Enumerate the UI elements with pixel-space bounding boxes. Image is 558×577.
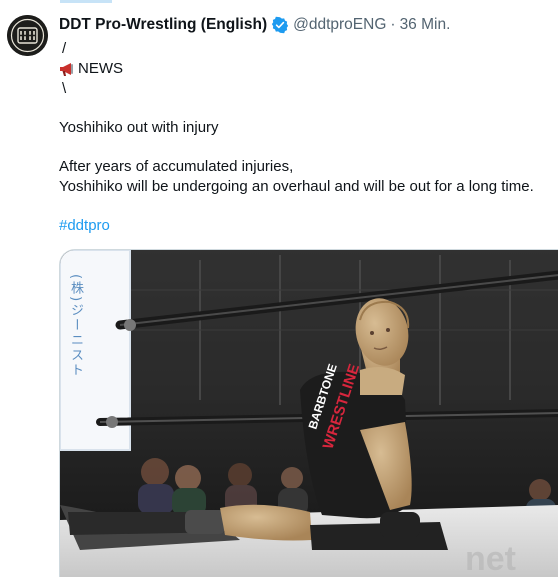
avatar[interactable] (7, 15, 48, 56)
timestamp[interactable]: 36 Min. (400, 16, 451, 34)
hashtag-link[interactable]: #ddtpro (59, 216, 549, 236)
text-headline: Yoshihiko out with injury (59, 119, 219, 136)
text-body-line-1: After years of accumulated injuries, (59, 158, 294, 175)
svg-text:net: net (465, 540, 516, 577)
text-news-row: NEWS (59, 59, 549, 79)
text-news: NEWS (78, 60, 123, 77)
text-slash: / (62, 40, 67, 57)
verified-badge-icon (272, 16, 289, 34)
author-handle[interactable]: @ddtproENG (293, 16, 386, 34)
tweet-media-photo[interactable]: net BARBTONE WRESTLINE (株)ジーニスト (59, 249, 558, 577)
megaphone-icon (60, 63, 73, 76)
text-body-line-2: Yoshihiko will be undergoing an overhaul… (59, 178, 534, 195)
author-name[interactable]: DDT Pro-Wrestling (English) (59, 16, 267, 34)
top-highlight-bar (60, 0, 112, 3)
tweet-text: / NEWS \ Yoshihiko out with injury After… (59, 39, 549, 236)
ddt-logo-icon (7, 15, 48, 56)
wrestling-ring-photo: net BARBTONE WRESTLINE (60, 250, 558, 577)
tweet-header: DDT Pro-Wrestling (English) @ddtproENG ·… (59, 14, 450, 36)
text-backslash: \ (62, 80, 67, 97)
header-separator: · (390, 16, 396, 33)
banner-sponsor-text: (株)ジーニスト (68, 274, 83, 379)
